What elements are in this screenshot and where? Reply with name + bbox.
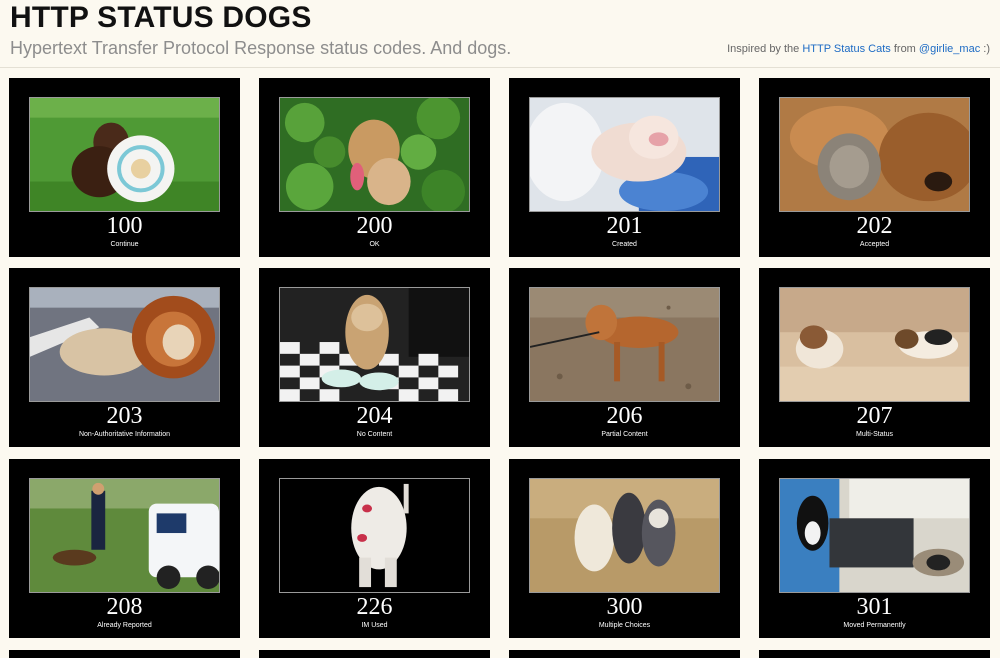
dog-photo	[279, 287, 470, 402]
site-title: HTTP STATUS DOGS	[10, 1, 312, 34]
dog-photo	[779, 97, 970, 212]
status-card-202[interactable]: 202 Accepted	[759, 78, 990, 257]
dog-photo	[779, 287, 970, 402]
status-text: IM Used	[361, 622, 388, 629]
status-code: 206	[606, 403, 643, 429]
status-text: Accepted	[859, 241, 890, 248]
dog-photo	[779, 478, 970, 593]
status-text: Created	[612, 241, 637, 248]
status-text: Partial Content	[601, 431, 648, 438]
http-status-cats-link[interactable]: HTTP Status Cats	[802, 43, 890, 55]
status-code: 100	[106, 213, 143, 239]
status-code: 301	[856, 594, 893, 620]
status-code: 226	[356, 594, 393, 620]
author-handle-link[interactable]: @girlie_mac	[919, 43, 980, 55]
credit-line: Inspired by the HTTP Status Cats from @g…	[727, 43, 990, 55]
status-code: 202	[856, 213, 893, 239]
credit-prefix: Inspired by the	[727, 43, 800, 55]
dog-photo	[29, 97, 220, 212]
status-card-partial[interactable]	[9, 650, 240, 658]
status-card-301[interactable]: 301 Moved Permanently	[759, 459, 990, 638]
status-code: 300	[606, 594, 643, 620]
status-card-201[interactable]: 201 Created	[509, 78, 740, 257]
dog-photo	[29, 287, 220, 402]
status-text: Continue	[110, 241, 139, 248]
status-text: Non-Authoritative Information	[78, 431, 171, 438]
dog-photo	[29, 478, 220, 593]
status-text: OK	[369, 241, 380, 248]
status-card-226[interactable]: 226 IM Used	[259, 459, 490, 638]
status-text: Already Reported	[97, 622, 152, 629]
status-code: 200	[356, 213, 393, 239]
dog-photo	[529, 97, 720, 212]
credit-suffix: :)	[983, 43, 990, 55]
status-card-partial[interactable]	[259, 650, 490, 658]
status-text: Multiple Choices	[598, 622, 651, 629]
credit-middle: from	[893, 43, 916, 55]
status-card-200[interactable]: 200 OK	[259, 78, 490, 257]
status-text: Multi-Status	[856, 431, 893, 438]
status-code: 207	[856, 403, 893, 429]
status-text: No Content	[356, 431, 393, 438]
dog-photo	[279, 97, 470, 212]
dog-photo	[279, 478, 470, 593]
status-card-206[interactable]: 206 Partial Content	[509, 268, 740, 447]
status-card-204[interactable]: 204 No Content	[259, 268, 490, 447]
site-subtitle: Hypertext Transfer Protocol Response sta…	[10, 38, 512, 58]
status-text: Moved Permanently	[843, 622, 906, 629]
status-code: 203	[106, 403, 143, 429]
site-header: HTTP STATUS DOGS Hypertext Transfer Prot…	[0, 0, 1000, 68]
status-code: 208	[106, 594, 143, 620]
dog-photo	[529, 478, 720, 593]
status-card-partial[interactable]	[509, 650, 740, 658]
status-card-203[interactable]: 203 Non-Authoritative Information	[9, 268, 240, 447]
status-card-100[interactable]: 100 Continue	[9, 78, 240, 257]
status-code: 204	[356, 403, 393, 429]
status-card-207[interactable]: 207 Multi-Status	[759, 268, 990, 447]
status-code: 201	[606, 213, 643, 239]
dog-photo	[529, 287, 720, 402]
status-card-partial[interactable]	[759, 650, 990, 658]
status-card-300[interactable]: 300 Multiple Choices	[509, 459, 740, 638]
status-card-208[interactable]: 208 Already Reported	[9, 459, 240, 638]
